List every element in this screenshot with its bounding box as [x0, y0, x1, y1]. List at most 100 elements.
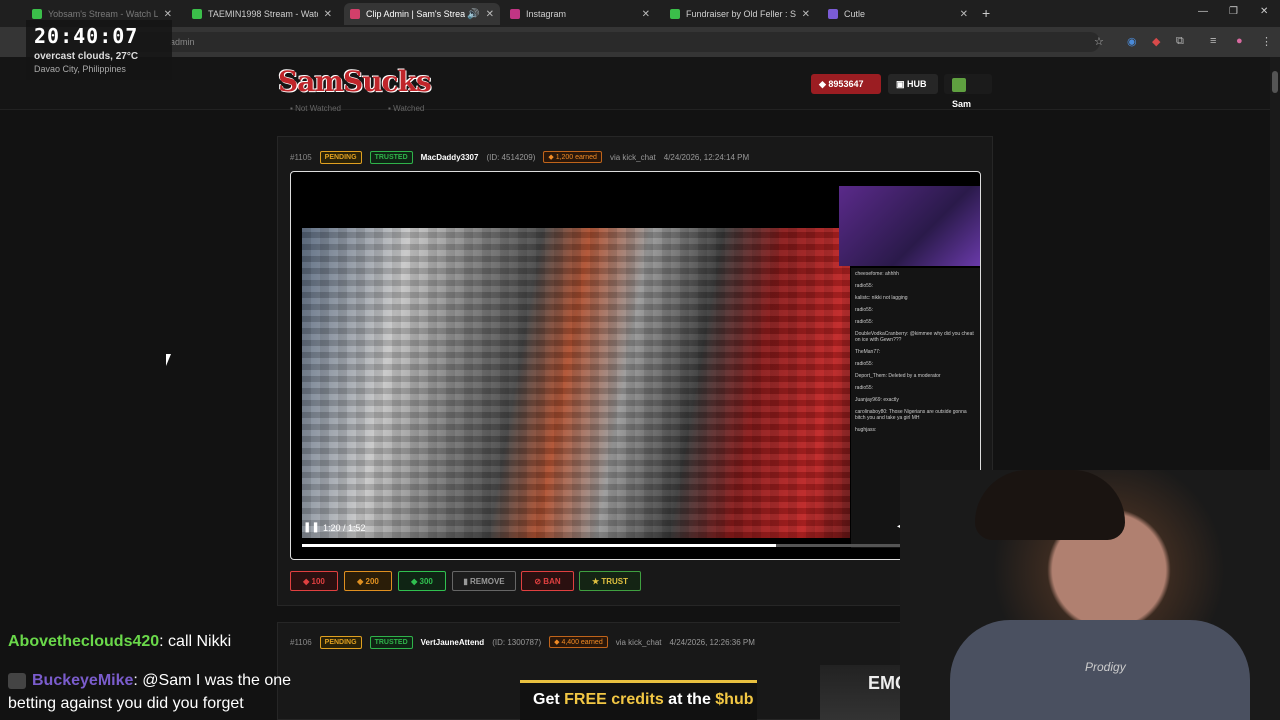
hub-icon: ▣: [896, 79, 908, 89]
shirt-logo: Prodigy: [1085, 660, 1126, 674]
browser-tab-bar: Yobsam's Stream - Watch Li ✕ TAEMIN1998 S…: [0, 0, 1280, 27]
chat-line: DoubleVodkaCranberry: @kimmee why did yo…: [855, 331, 974, 343]
award-200-button[interactable]: ◆ 200: [344, 571, 392, 591]
earned-badge: ◆ 4,400 earned: [549, 636, 608, 648]
user-menu[interactable]: Sam: [944, 74, 992, 109]
hub-button[interactable]: ▣ HUB: [888, 74, 938, 94]
diamond-icon: ◆: [819, 79, 829, 89]
clip-number: #1105: [290, 152, 312, 162]
extension-icon[interactable]: ◉: [1127, 35, 1137, 48]
clock-time: 20:40:07: [34, 24, 139, 48]
stream-chat-message: Abovetheclouds420: call Nikki: [8, 633, 231, 651]
tab-cutle[interactable]: Cutle ✕: [822, 3, 974, 25]
scrollbar-thumb[interactable]: [1272, 71, 1278, 93]
clock-widget: 20:40:07 overcast clouds, 27°C Davao Cit…: [26, 20, 172, 80]
banner-highlight: FREE credits: [564, 691, 664, 708]
chat-username: Abovetheclouds420: [8, 633, 160, 650]
banner-text: Get: [533, 691, 565, 708]
remove-button[interactable]: ▮ REMOVE: [452, 571, 516, 591]
submitter-username[interactable]: MacDaddy3307: [421, 153, 479, 162]
cutle-favicon-icon: [828, 9, 838, 19]
close-tab-icon[interactable]: ✕: [960, 9, 968, 20]
chat-text: : call Nikki: [159, 633, 232, 650]
close-tab-icon[interactable]: ✕: [324, 9, 332, 20]
site-logo[interactable]: SamSucks: [278, 65, 432, 98]
chat-line: Deport_Them: Deleted by a moderator: [855, 373, 941, 379]
tab-instagram[interactable]: Instagram ✕: [504, 3, 656, 25]
star-icon: ★: [591, 577, 602, 586]
video-player[interactable]: cheesefome: ahhhh radio55: kalistc: nikk…: [290, 171, 981, 560]
chat-avatar-icon: [8, 672, 26, 689]
video-timecode: 1:20 / 1:52: [323, 523, 366, 533]
gofundme-favicon-icon: [670, 9, 680, 19]
trust-button[interactable]: ★ TRUST: [579, 571, 641, 591]
credits-badge[interactable]: ◆ 8953647: [811, 74, 881, 94]
browser-menu-icon[interactable]: ⋮: [1261, 35, 1272, 48]
ban-icon: ⊘: [534, 577, 544, 586]
location-text: Davao City, Philippines: [34, 64, 126, 74]
kick-favicon-icon: [192, 9, 202, 19]
status-badge: PENDING: [319, 635, 362, 649]
chat-line: radio55:: [855, 307, 874, 313]
tab-search-icon[interactable]: ≡: [1210, 35, 1216, 47]
filter-not-watched[interactable]: ▪ Not Watched: [290, 104, 341, 114]
earned-badge: ◆ 1,200 earned: [543, 151, 602, 163]
chat-line: radio55:: [855, 283, 874, 289]
url-field[interactable]: admin: [40, 32, 1100, 52]
award-300-button[interactable]: ◆ 300: [398, 571, 446, 591]
chat-line: carolinaboy80: Those Nigerians are outsi…: [855, 409, 967, 421]
streamer-webcam: Prodigy: [900, 470, 1280, 720]
mouse-cursor-icon: [166, 354, 171, 366]
clip-meta: #1106 PENDING TRUSTED VertJauneAttend (I…: [290, 635, 755, 649]
stream-chat-message: BuckeyeMike: @Sam I was the one betting …: [8, 669, 328, 715]
maximize-icon[interactable]: ❐: [1229, 6, 1238, 17]
minimize-icon[interactable]: —: [1198, 6, 1208, 17]
promo-banner: Get FREE credits at the $hub: [520, 680, 757, 720]
ban-button[interactable]: ⊘ BAN: [521, 571, 574, 591]
close-tab-icon[interactable]: ✕: [802, 9, 810, 20]
tab-clip-admin[interactable]: Clip Admin | Sam's Stream 🔊 ✕: [344, 3, 500, 25]
address-bar: admin: [0, 27, 1280, 57]
submission-source: via kick_chat: [609, 152, 656, 162]
webcam-hair: [975, 470, 1125, 540]
extensions-puzzle-icon[interactable]: ⧉: [1176, 35, 1184, 48]
award-100-button[interactable]: ◆ 100: [290, 571, 338, 591]
site-favicon-icon: [350, 9, 360, 19]
avatar: [952, 77, 966, 92]
diamond-icon: ◆: [548, 154, 556, 161]
trust-badge: TRUSTED: [369, 635, 413, 649]
bookmark-star-icon[interactable]: ☆: [1094, 35, 1104, 48]
site-header: SamSucks ◆ 8953647 ▣ HUB Sam: [0, 57, 1270, 110]
pause-icon[interactable]: ❚❚: [303, 522, 320, 533]
mute-tab-icon[interactable]: 🔊: [467, 9, 479, 20]
extension-icon[interactable]: ◆: [1152, 35, 1160, 48]
player-controls: ❚❚ 1:20 / 1:52 ◀) ⛶ ⋮: [291, 512, 980, 559]
tab-taemin-stream[interactable]: TAEMIN1998 Stream - Watch Li✕: [186, 3, 338, 25]
submitter-id: (ID: 4514209): [486, 152, 536, 162]
tab-fundraiser[interactable]: Fundraiser by Old Feller : Suppo✕: [664, 3, 816, 25]
close-window-icon[interactable]: ✕: [1260, 6, 1268, 17]
trust-badge: TRUSTED: [369, 150, 413, 164]
video-progress-bar[interactable]: [302, 544, 970, 547]
submission-source: via kick_chat: [615, 637, 662, 647]
submitter-username[interactable]: VertJauneAttend: [421, 638, 485, 647]
clip-number: #1106: [290, 637, 312, 647]
new-tab-icon[interactable]: +: [982, 5, 990, 21]
profile-avatar-icon[interactable]: ●: [1236, 35, 1243, 47]
weather-text: overcast clouds, 27°C: [34, 51, 139, 62]
banner-text: at the: [663, 691, 716, 708]
submitter-id: (ID: 1300787): [492, 637, 542, 647]
submission-date: 4/24/2026, 12:26:36 PM: [669, 637, 755, 647]
trash-icon: ▮: [463, 577, 470, 586]
filter-watched[interactable]: ▪ Watched: [388, 104, 424, 114]
chat-line: radio55:: [855, 361, 874, 367]
clip-meta: #1105 PENDING TRUSTED MacDaddy3307 (ID: …: [290, 150, 749, 164]
close-tab-icon[interactable]: ✕: [642, 9, 650, 20]
chat-line: kalistc: nikki not lagging: [855, 295, 908, 301]
video-progress-fill: [302, 544, 777, 547]
close-tab-icon[interactable]: ✕: [164, 9, 172, 20]
banner-highlight: $hub: [715, 691, 754, 708]
instagram-favicon-icon: [510, 9, 520, 19]
close-tab-icon[interactable]: ✕: [486, 9, 494, 20]
chat-line: radio55:: [855, 385, 874, 391]
